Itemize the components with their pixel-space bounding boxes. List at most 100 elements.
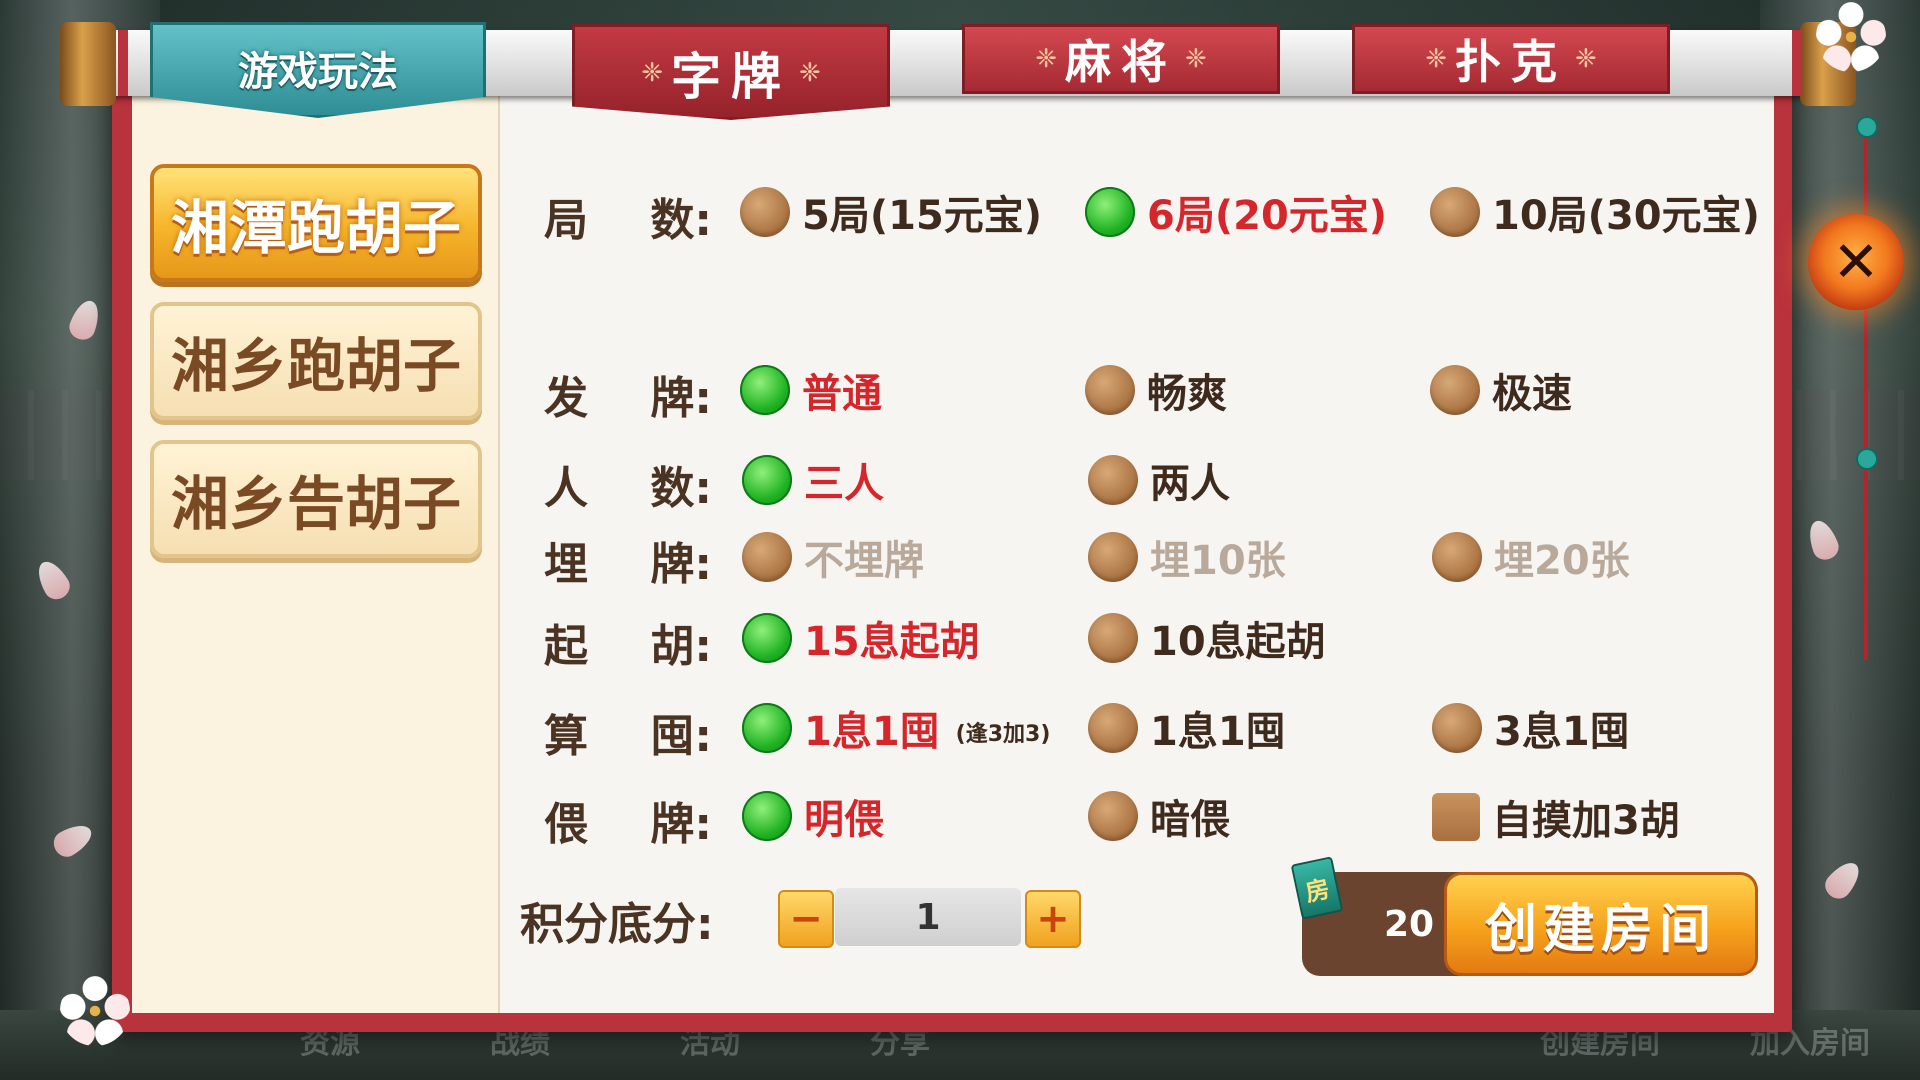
room-card-icon-text: 房 <box>1302 874 1333 907</box>
ornament-icon: ❈ <box>799 58 821 88</box>
deal-label: 发 牌: <box>544 362 712 426</box>
option-label: 埋10张 <box>1150 538 1286 584</box>
calc-option-3-1[interactable]: 3息1囤 <box>1432 699 1630 757</box>
label-char: 人 <box>544 463 588 514</box>
rounds-label: 局 数: <box>544 184 712 248</box>
score-value-display: 1 <box>835 888 1021 946</box>
radio-icon <box>1088 455 1138 505</box>
label-char: 牌: <box>650 373 712 424</box>
checkbox-icon <box>1432 793 1480 841</box>
ornament-icon: ❈ <box>1425 44 1447 74</box>
calc-label: 算 囤: <box>544 700 712 764</box>
game-xiangxiang-gaohuzi-button[interactable]: 湘乡告胡子 <box>150 440 482 558</box>
game-xiangxiang-paohuzi-button[interactable]: 湘乡跑胡子 <box>150 302 482 420</box>
start-hu-option-15[interactable]: 15息起胡 <box>742 609 980 667</box>
deal-option-smooth[interactable]: 畅爽 <box>1085 361 1227 419</box>
radio-icon <box>1088 791 1138 841</box>
create-room-label: 创建房间 <box>1484 899 1717 960</box>
rounds-option-6[interactable]: 6局(20元宝) <box>1085 183 1387 241</box>
plus-icon: + <box>1036 896 1070 942</box>
radio-icon <box>742 532 792 582</box>
bury-option-10[interactable]: 埋10张 <box>1088 528 1286 586</box>
option-label: 暗偎 <box>1150 797 1230 843</box>
option-label: 埋20张 <box>1494 538 1630 584</box>
tab-mahjong-label: 麻将 <box>1065 35 1177 89</box>
tab-poker[interactable]: ❈ 扑克 ❈ <box>1352 24 1670 94</box>
rounds-option-10[interactable]: 10局(30元宝) <box>1430 183 1760 241</box>
label-char: 发 <box>544 373 588 424</box>
close-icon: ✕ <box>1832 229 1880 295</box>
option-label: 6局(20元宝) <box>1147 193 1388 239</box>
wei-option-open[interactable]: 明偎 <box>742 787 884 845</box>
option-label: 15息起胡 <box>804 619 980 665</box>
option-label: 不埋牌 <box>804 538 924 584</box>
scroll-rod-stripe <box>1792 30 1802 96</box>
game-label: 湘乡告胡子 <box>170 470 461 538</box>
tab-mahjong[interactable]: ❈ 麻将 ❈ <box>962 24 1280 94</box>
label-char: 胡: <box>650 621 712 672</box>
radio-icon <box>1088 703 1138 753</box>
bury-option-20[interactable]: 埋20张 <box>1432 528 1630 586</box>
flower-decoration <box>1816 2 1886 72</box>
players-option-two[interactable]: 两人 <box>1088 451 1230 509</box>
radio-selected-icon <box>740 365 790 415</box>
players-option-three[interactable]: 三人 <box>742 451 884 509</box>
calc-option-1-1-bonus[interactable]: 1息1囤 (逢3加3) <box>742 699 1050 757</box>
game-label: 湘潭跑胡子 <box>170 194 461 262</box>
radio-selected-icon <box>742 791 792 841</box>
room-card-cost-value: 20 <box>1383 903 1435 945</box>
option-note: (逢3加3) <box>955 722 1051 747</box>
flower-decoration <box>60 976 130 1046</box>
option-label: 三人 <box>804 461 884 507</box>
self-draw-bonus-checkbox[interactable]: 自摸加3胡 <box>1432 788 1680 846</box>
option-label: 明偎 <box>804 797 884 843</box>
label-char: 埋 <box>544 539 588 590</box>
label-char: 囤: <box>650 711 712 762</box>
players-label: 人 数: <box>544 452 712 516</box>
wei-option-hidden[interactable]: 暗偎 <box>1088 787 1230 845</box>
score-minus-button[interactable]: − <box>778 890 834 948</box>
radio-selected-icon <box>742 703 792 753</box>
close-button[interactable]: ✕ <box>1808 214 1904 310</box>
deal-option-fast[interactable]: 极速 <box>1430 361 1572 419</box>
scroll-rod-end-left <box>60 22 116 106</box>
deal-option-normal[interactable]: 普通 <box>740 361 882 419</box>
ornament-icon: ❈ <box>641 58 663 88</box>
option-label: 普通 <box>802 371 882 417</box>
radio-icon <box>1430 365 1480 415</box>
bead-decoration <box>1856 448 1878 470</box>
option-label: 1息1囤 <box>804 709 940 755</box>
start-hu-option-10[interactable]: 10息起胡 <box>1088 609 1326 667</box>
game-label: 湘乡跑胡子 <box>170 332 461 400</box>
ornament-icon: ❈ <box>1035 44 1057 74</box>
calc-option-1-1[interactable]: 1息1囤 <box>1088 699 1286 757</box>
tab-zipai[interactable]: ❈ 字牌 ❈ <box>572 24 890 120</box>
game-xiangtan-paohuzi-button[interactable]: 湘潭跑胡子 <box>150 164 482 282</box>
tassel-decoration <box>1864 120 1868 660</box>
bury-option-none[interactable]: 不埋牌 <box>742 528 924 586</box>
scroll-rod-stripe <box>118 30 128 96</box>
option-label: 5局(15元宝) <box>802 193 1043 239</box>
start-hu-label: 起 胡: <box>544 610 712 674</box>
radio-icon <box>1088 613 1138 663</box>
radio-icon <box>740 187 790 237</box>
wei-label: 偎 牌: <box>544 788 712 852</box>
radio-selected-icon <box>1085 187 1135 237</box>
radio-icon <box>1088 532 1138 582</box>
ornament-icon: ❈ <box>1185 44 1207 74</box>
radio-icon <box>1085 365 1135 415</box>
option-label: 两人 <box>1150 461 1230 507</box>
tab-game-rules-label: 游戏玩法 <box>238 49 398 95</box>
label-char: 起 <box>544 621 588 672</box>
option-label: 畅爽 <box>1147 371 1227 417</box>
label-char: 数: <box>650 195 712 246</box>
score-plus-button[interactable]: + <box>1025 890 1081 948</box>
label-char: 算 <box>544 711 588 762</box>
bead-decoration <box>1856 116 1878 138</box>
base-score-label: 积分底分: <box>520 899 714 950</box>
radio-selected-icon <box>742 613 792 663</box>
score-value: 1 <box>915 896 941 938</box>
rounds-option-5[interactable]: 5局(15元宝) <box>740 183 1042 241</box>
create-room-button[interactable]: 创建房间 <box>1444 872 1758 976</box>
option-label: 3息1囤 <box>1494 709 1630 755</box>
